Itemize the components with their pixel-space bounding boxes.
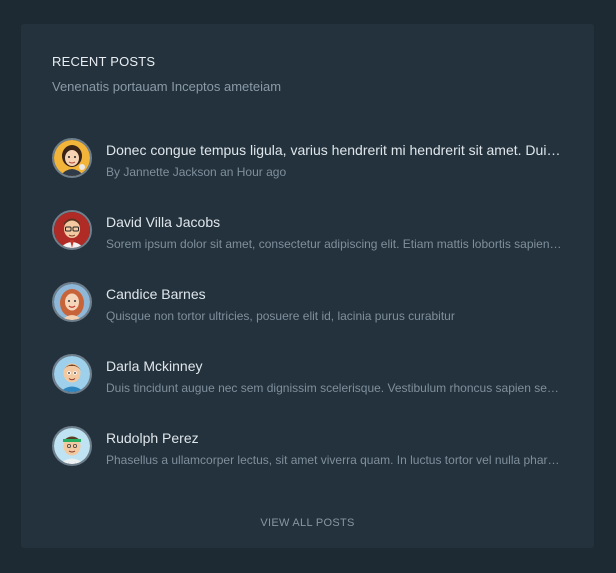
card-title: RECENT POSTS [52,54,156,69]
man-glasses-avatar-icon [52,210,92,250]
recent-posts-card: RECENT POSTS Venenatis portauam Inceptos… [21,24,594,548]
post-title[interactable]: Darla Mckinney [106,358,564,374]
view-all-posts-link[interactable]: VIEW ALL POSTS [21,517,594,529]
list-item[interactable]: Candice Barnes Quisque non tortor ultric… [52,282,564,354]
posts-list: Donec congue tempus ligula, varius hendr… [52,138,564,498]
post-title[interactable]: Rudolph Perez [106,430,564,446]
post-meta: Duis tincidunt augue nec sem dignissim s… [106,381,564,395]
boy-headband-avatar-icon [52,426,92,466]
list-item[interactable]: Darla Mckinney Duis tincidunt augue nec … [52,354,564,426]
list-item[interactable]: David Villa Jacobs Sorem ipsum dolor sit… [52,210,564,282]
post-title[interactable]: Donec congue tempus ligula, varius hendr… [106,142,564,158]
post-title[interactable]: David Villa Jacobs [106,214,564,230]
post-meta: Phasellus a ullamcorper lectus, sit amet… [106,453,564,467]
woman-dark-hair-avatar-icon [52,138,92,178]
list-item[interactable]: Rudolph Perez Phasellus a ullamcorper le… [52,426,564,498]
post-meta: Sorem ipsum dolor sit amet, consectetur … [106,237,564,251]
list-item[interactable]: Donec congue tempus ligula, varius hendr… [52,138,564,210]
post-meta: Quisque non tortor ultricies, posuere el… [106,309,455,323]
post-meta: By Jannette Jackson an Hour ago [106,165,287,179]
card-subtitle: Venenatis portauam Inceptos ameteiam [52,79,282,94]
boy-brown-hair-avatar-icon [52,354,92,394]
woman-red-hair-avatar-icon [52,282,92,322]
post-title[interactable]: Candice Barnes [106,286,564,302]
